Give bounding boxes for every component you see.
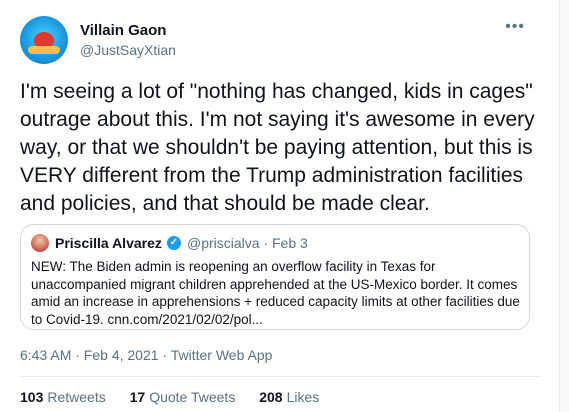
quoted-tweet[interactable]: Priscilla Alvarez ✓ @priscialva · Feb 3 …	[20, 224, 530, 330]
tweet-stats: 103 Retweets 17 Quote Tweets 208 Likes	[20, 389, 339, 405]
quote-tweets-count: 17	[129, 389, 146, 405]
quoted-author-name: Priscilla Alvarez	[55, 235, 162, 251]
tweet-timestamp-source[interactable]: 6:43 AM · Feb 4, 2021 · Twitter Web App	[20, 347, 272, 363]
quoted-tweet-header: Priscilla Alvarez ✓ @priscialva · Feb 3	[31, 234, 519, 254]
quote-tweets-label: Quote Tweets	[149, 389, 236, 405]
quote-tweets-stat[interactable]: 17 Quote Tweets	[130, 389, 236, 405]
retweets-stat[interactable]: 103 Retweets	[20, 389, 106, 405]
verified-badge-icon: ✓	[167, 236, 181, 250]
tweet-text: I'm seeing a lot of "nothing has changed…	[20, 80, 535, 215]
likes-count: 208	[259, 389, 283, 405]
retweets-count: 103	[20, 389, 44, 405]
quoted-author-handle-date: @priscialva · Feb 3	[187, 235, 308, 251]
likes-label: Likes	[286, 389, 320, 405]
quoted-author-avatar	[31, 234, 49, 252]
more-horizontal-icon[interactable]: •••	[505, 18, 525, 36]
author-avatar[interactable]	[20, 16, 68, 64]
retweets-label: Retweets	[47, 389, 106, 405]
tweet-header: Villain Gaon @JustSayXtian •••	[20, 16, 543, 66]
author-handle[interactable]: @JustSayXtian	[80, 42, 176, 58]
avatar-art-base	[28, 46, 60, 54]
quoted-tweet-text: NEW: The Biden admin is reopening an ove…	[31, 259, 520, 327]
likes-stat[interactable]: 208 Likes	[259, 389, 319, 405]
author-name[interactable]: Villain Gaon	[80, 22, 166, 39]
tweet-card: Villain Gaon @JustSayXtian ••• I'm seein…	[0, 0, 560, 412]
divider	[20, 376, 541, 377]
